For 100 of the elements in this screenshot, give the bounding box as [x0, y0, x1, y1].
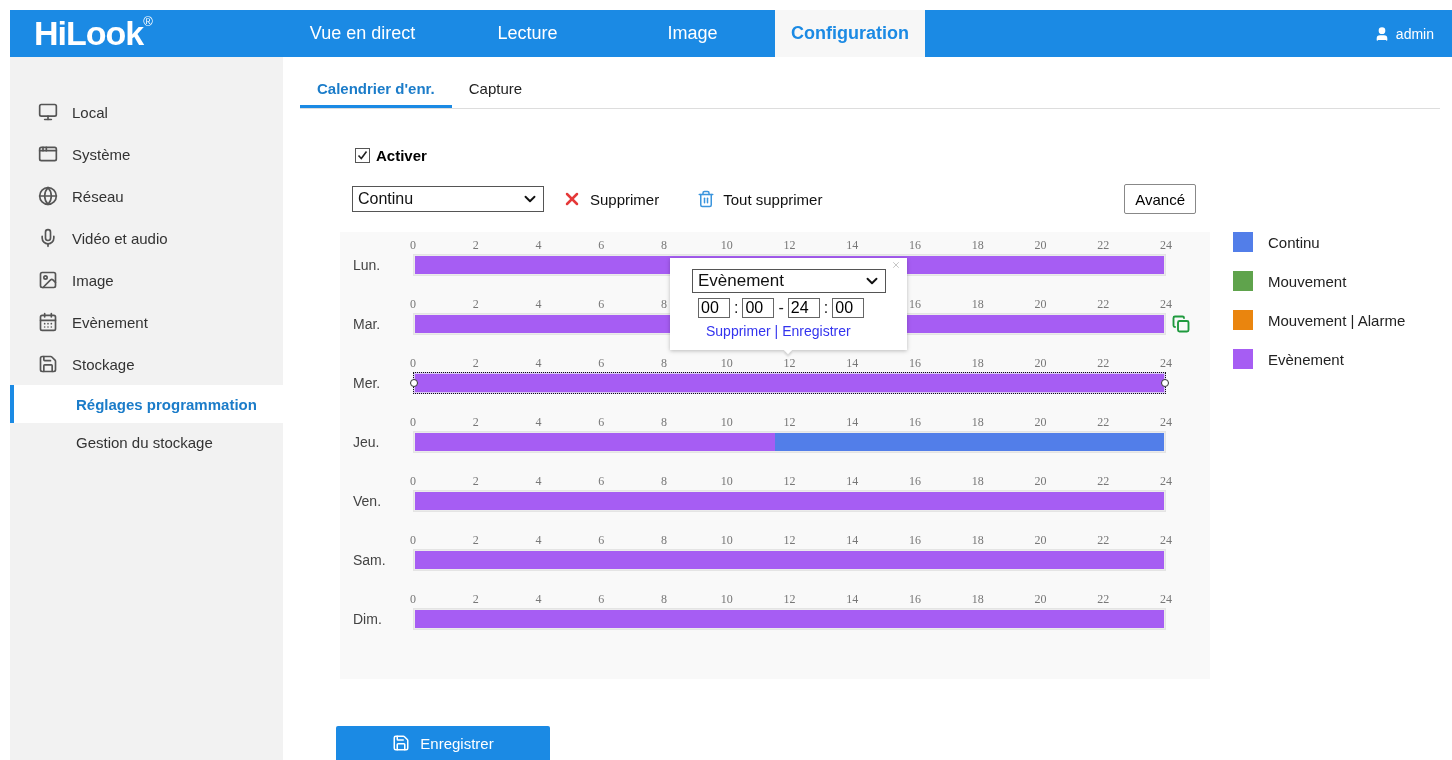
hour-tick-label: 4: [535, 356, 542, 371]
hour-tick-label: 22: [1097, 592, 1110, 607]
hour-tick-label: 22: [1097, 533, 1110, 548]
hour-tick-label: 20: [1034, 238, 1047, 253]
hour-tick-label: 16: [909, 533, 921, 548]
hour-tick-label: 8: [661, 238, 667, 253]
hour-tick-label: 4: [535, 533, 542, 548]
hour-tick-label: 20: [1034, 592, 1047, 607]
day-label: Mer.: [353, 375, 382, 391]
link-separator: |: [774, 323, 779, 339]
hour-tick-label: 12: [783, 238, 796, 253]
hour-tick-label: 14: [846, 592, 859, 607]
hour-tick-label: 10: [720, 356, 733, 371]
hour-tick-label: 20: [1034, 474, 1047, 489]
hour-tick-label: 20: [1034, 533, 1047, 548]
hour-tick-label: 0: [410, 592, 416, 607]
hour-tick-label: 0: [410, 238, 416, 253]
hour-tick-label: 24: [1160, 356, 1172, 371]
time-separator: -: [778, 299, 784, 317]
hour-tick-label: 12: [783, 356, 796, 371]
hour-tick-label: 16: [909, 238, 921, 253]
hour-tick-label: 2: [472, 592, 479, 607]
hour-tick-label: 6: [598, 297, 605, 312]
hour-tick-label: 2: [472, 297, 479, 312]
hour-tick-label: 12: [783, 415, 796, 430]
hour-tick-label: 10: [720, 474, 733, 489]
hour-tick-label: 20: [1034, 415, 1047, 430]
hour-tick-label: 10: [720, 592, 733, 607]
legend-label: Continu: [1268, 233, 1320, 251]
hour-tick-label: 18: [971, 592, 984, 607]
hour-tick-label: 0: [410, 297, 416, 312]
hilook-logo: HiLook$^{®}$: [33, 13, 154, 54]
hour-tick-label: 6: [598, 592, 605, 607]
hour-tick-label: 24: [1160, 592, 1172, 607]
hour-tick-label: 14: [846, 238, 859, 253]
hour-tick-label: 2: [472, 356, 479, 371]
time-separator: :: [823, 299, 829, 317]
enable-label: Activer: [376, 147, 427, 164]
hour-tick-label: 18: [971, 238, 984, 253]
hour-tick-label: 4: [535, 297, 542, 312]
hour-tick-label: 24: [1160, 297, 1172, 312]
hour-tick-label: 22: [1097, 297, 1110, 312]
day-label: Lun.: [353, 257, 382, 273]
hour-tick-label: 6: [598, 415, 605, 430]
hour-tick-label: 22: [1097, 238, 1110, 253]
hour-tick-label: 6: [598, 238, 605, 253]
hour-tick-label: 18: [971, 474, 984, 489]
hour-tick-label: 24: [1160, 533, 1172, 548]
hour-tick-label: 18: [971, 356, 984, 371]
day-label: Ven.: [353, 493, 383, 509]
hour-tick-label: 12: [783, 474, 796, 489]
hour-tick-label: 12: [783, 592, 796, 607]
hour-tick-label: 2: [472, 238, 479, 253]
hour-tick-label: 24: [1160, 474, 1172, 489]
hour-tick-label: 2: [472, 415, 479, 430]
day-label: Jeu.: [353, 434, 381, 450]
hour-tick-label: 14: [846, 474, 859, 489]
hour-tick-label: 0: [410, 474, 416, 489]
hour-tick-label: 8: [661, 533, 667, 548]
hour-tick-label: 0: [410, 533, 416, 548]
legend-label: Evènement: [1268, 350, 1344, 368]
hour-tick-label: 6: [598, 533, 605, 548]
hour-tick-label: 22: [1097, 474, 1110, 489]
hour-tick-label: 4: [535, 238, 542, 253]
day-label: Dim.: [353, 611, 383, 627]
hour-tick-label: 2: [472, 533, 479, 548]
hour-tick-label: 8: [661, 592, 667, 607]
hour-tick-label: 4: [535, 592, 542, 607]
hour-tick-label: 14: [846, 533, 859, 548]
hour-tick-label: 16: [909, 297, 921, 312]
hour-tick-label: 24: [1160, 238, 1172, 253]
legend-label: Mouvement: [1268, 272, 1347, 290]
hour-tick-label: 4: [535, 474, 542, 489]
hour-tick-label: 18: [971, 415, 984, 430]
hour-tick-label: 10: [720, 533, 733, 548]
time-separator: :: [734, 299, 739, 317]
day-label: Mar.: [353, 316, 382, 332]
hour-tick-label: 18: [971, 297, 984, 312]
hour-tick-label: 18: [971, 533, 984, 548]
hour-tick-label: 16: [909, 592, 921, 607]
hour-tick-label: 14: [846, 356, 859, 371]
hour-tick-label: 2: [472, 474, 479, 489]
hour-tick-label: 10: [720, 238, 733, 253]
legend-label: Mouvement | Alarme: [1268, 311, 1406, 329]
hour-tick-label: 8: [661, 297, 667, 312]
hour-tick-label: 16: [909, 415, 921, 430]
hour-tick-label: 10: [720, 415, 733, 430]
hour-tick-label: 0: [410, 415, 416, 430]
hour-tick-label: 6: [598, 356, 605, 371]
hour-tick-label: 14: [846, 415, 859, 430]
hour-tick-label: 20: [1034, 297, 1047, 312]
hour-tick-label: 20: [1034, 356, 1047, 371]
hour-tick-label: 12: [783, 533, 796, 548]
hour-tick-label: 0: [410, 356, 416, 371]
hour-tick-label: 8: [661, 356, 667, 371]
hour-tick-label: 16: [909, 474, 921, 489]
hour-tick-label: 4: [535, 415, 542, 430]
hour-tick-label: 6: [598, 474, 605, 489]
hour-tick-label: 8: [661, 415, 667, 430]
hour-tick-label: 24: [1160, 415, 1172, 430]
